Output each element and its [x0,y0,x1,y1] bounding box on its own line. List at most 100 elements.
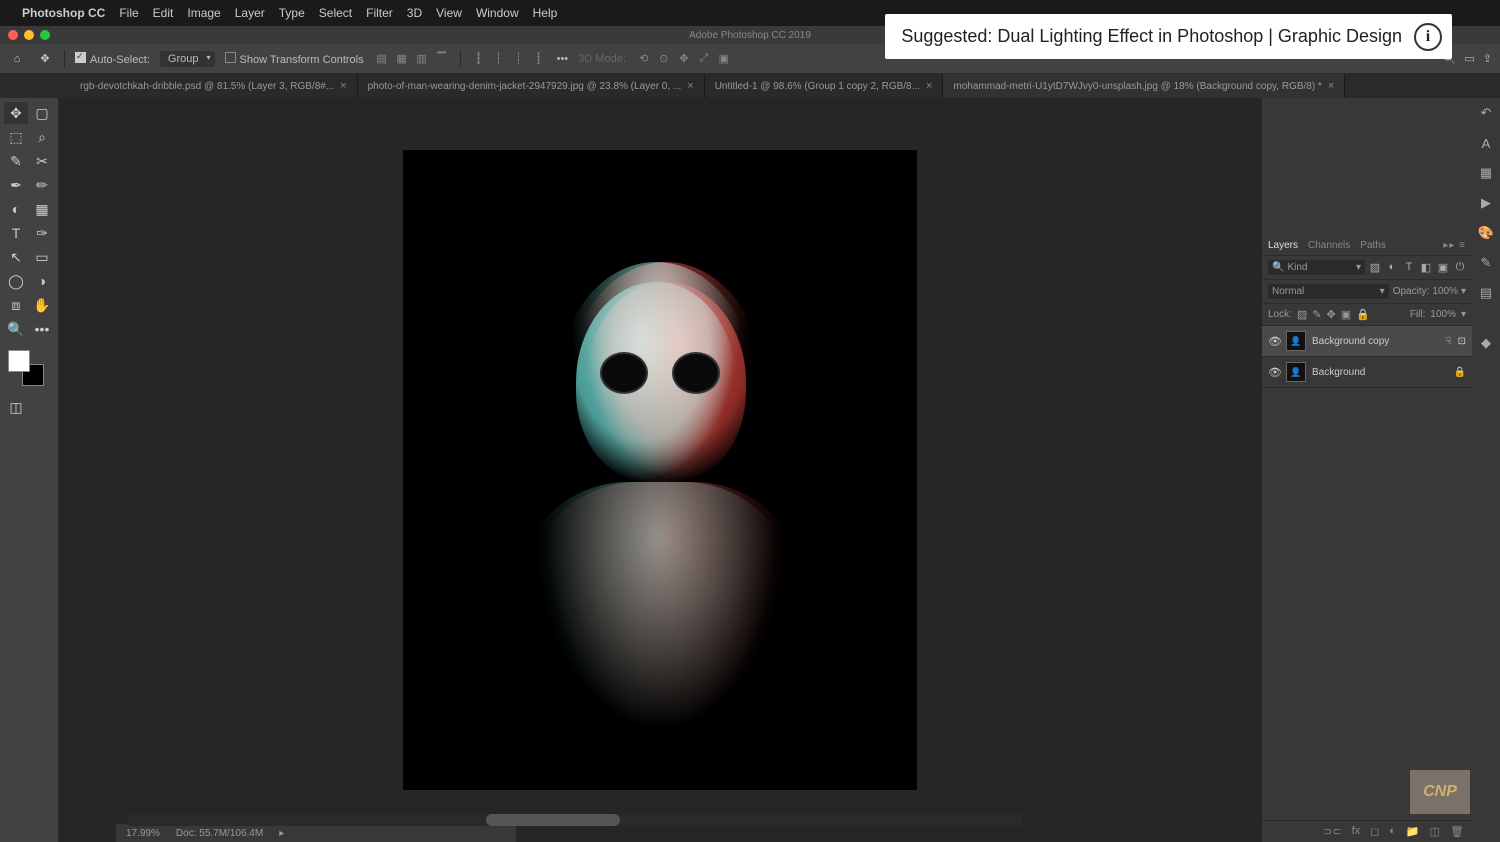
character-icon[interactable]: A [1477,134,1495,152]
layer-thumbnail[interactable]: 👤 [1286,362,1306,382]
delete-layer-icon[interactable]: 🗑 [1450,825,1464,838]
color-swatches[interactable] [8,350,44,386]
filter-adjust-icon[interactable]: ◐ [1386,261,1398,274]
distribute-icon[interactable]: ┆ [491,52,507,66]
share-icon[interactable]: ⇪ [1483,52,1492,65]
eyedropper-tool[interactable]: ✒ [4,174,28,196]
distribute-icon[interactable]: ┊ [511,52,527,66]
info-icon[interactable]: i [1414,23,1442,51]
filter-pixel-icon[interactable]: ▨ [1369,261,1381,274]
clone-tool[interactable]: ⧈ [4,294,28,316]
menu-type[interactable]: Type [279,6,305,20]
menu-select[interactable]: Select [319,6,352,20]
align-top-icon[interactable]: ▔ [434,52,450,66]
history-icon[interactable]: ↶ [1477,104,1495,122]
rectangle-tool[interactable]: ▭ [30,246,54,268]
layer-name[interactable]: Background [1312,367,1448,378]
marquee-tool[interactable]: ⬚ [4,126,28,148]
maximize-window-icon[interactable] [40,30,50,40]
panel-menu-icon[interactable]: ▸▸ ≡ [1443,240,1466,251]
tab-channels[interactable]: Channels [1308,240,1350,251]
properties-icon[interactable]: ▤ [1477,284,1495,302]
filter-toggle-icon[interactable]: ⏻ [1454,261,1466,274]
shape-tool[interactable]: ◑ [30,270,54,292]
quickmask-tool[interactable]: ◫ [4,396,28,418]
document-tab[interactable]: photo-of-man-wearing-denim-jacket-294792… [358,74,705,98]
mask-icon[interactable]: ◻ [1370,825,1379,838]
doc-size[interactable]: Doc: 55.7M/106.4M [176,828,263,839]
actions-icon[interactable]: ▶ [1477,194,1495,212]
menu-help[interactable]: Help [533,6,558,20]
pen-tool[interactable]: ✑ [30,222,54,244]
layer-item[interactable]: 👁 👤 Background copy ☟ ⊡ [1262,326,1472,357]
gradient-tool[interactable]: ▦ [30,198,54,220]
scrollbar-horizontal[interactable] [128,814,1022,826]
hand-tool[interactable]: ✋ [30,294,54,316]
move-tool[interactable]: ✥ [4,102,28,124]
brush-tool[interactable]: ✏ [30,174,54,196]
lock-position-icon[interactable]: ✥ [1327,308,1336,321]
quick-select-tool[interactable]: ✎ [4,150,28,172]
lock-pixels-icon[interactable]: ✎ [1312,308,1321,321]
menu-3d[interactable]: 3D [407,6,422,20]
canvas-area[interactable]: 17.99% Doc: 55.7M/106.4M ▸ [58,98,1262,842]
layer-thumbnail[interactable]: 👤 [1286,331,1306,351]
filter-smart-icon[interactable]: ▣ [1437,261,1449,274]
blend-mode-dropdown[interactable]: Normal ▾ [1268,284,1389,299]
show-transform-checkbox[interactable]: Show Transform Controls [225,52,364,66]
crop-tool[interactable]: ✂ [30,150,54,172]
layer-item[interactable]: 👁 👤 Background 🔒 [1262,357,1472,388]
artboard-tool[interactable]: ▢ [30,102,54,124]
menu-edit[interactable]: Edit [153,6,174,20]
foreground-color[interactable] [8,350,30,372]
auto-select-dropdown[interactable]: Group [160,51,215,67]
menu-image[interactable]: Image [187,6,220,20]
new-layer-icon[interactable]: ◫ [1430,825,1440,838]
close-window-icon[interactable] [8,30,18,40]
status-chevron-icon[interactable]: ▸ [279,828,284,839]
menu-window[interactable]: Window [476,6,519,20]
suggested-card[interactable]: Suggested: Dual Lighting Effect in Photo… [885,14,1452,59]
menu-layer[interactable]: Layer [235,6,265,20]
swatches-icon[interactable]: ▦ [1477,164,1495,182]
zoom-tool[interactable]: 🔍 [4,318,28,340]
opacity-value[interactable]: 100% [1432,286,1458,297]
visibility-icon[interactable]: 👁 [1268,366,1280,379]
minimize-window-icon[interactable] [24,30,34,40]
menu-file[interactable]: File [119,6,138,20]
filter-type-icon[interactable]: T [1403,261,1415,274]
fx-icon[interactable]: fx [1352,825,1361,838]
workspace-icon[interactable]: ▭ [1464,52,1474,65]
path-tool[interactable]: ↖ [4,246,28,268]
more-icon[interactable]: ••• [557,53,569,65]
filter-shape-icon[interactable]: ◧ [1420,261,1432,274]
filter-kind-dropdown[interactable]: 🔍 Kind ▾ [1268,260,1365,275]
close-tab-icon[interactable]: × [1328,80,1334,92]
link-layers-icon[interactable]: ⊃⊂ [1323,825,1341,838]
document-tab[interactable]: Untitled-1 @ 98.6% (Group 1 copy 2, RGB/… [705,74,944,98]
align-left-icon[interactable]: ▤ [374,52,390,66]
color-icon[interactable]: 🎨 [1477,224,1495,242]
adjustments-icon[interactable]: ✎ [1477,254,1495,272]
document-tab-active[interactable]: mohammad-metri-U1ytD7WJvy0-unsplash.jpg … [943,74,1345,98]
tab-layers[interactable]: Layers [1268,240,1298,251]
zoom-level[interactable]: 17.99% [126,828,160,839]
ellipse-tool[interactable]: ◯ [4,270,28,292]
group-icon[interactable]: 📁 [1406,825,1420,838]
distribute-icon[interactable]: ┇ [471,52,487,66]
menu-view[interactable]: View [436,6,462,20]
type-tool[interactable]: T [4,222,28,244]
home-icon[interactable]: ⌂ [8,50,26,68]
distribute-icon[interactable]: ┋ [531,52,547,66]
lock-transparency-icon[interactable]: ▨ [1297,308,1307,321]
align-right-icon[interactable]: ▥ [414,52,430,66]
tab-paths[interactable]: Paths [1360,240,1386,251]
align-center-h-icon[interactable]: ▦ [394,52,410,66]
lock-all-icon[interactable]: 🔒 [1356,308,1370,321]
layers-icon[interactable]: ◆ [1477,334,1495,352]
close-tab-icon[interactable]: × [340,80,346,92]
menu-filter[interactable]: Filter [366,6,393,20]
layer-name[interactable]: Background copy [1312,336,1440,347]
more-tools[interactable]: ••• [30,318,54,340]
lasso-tool[interactable]: ⌕ [30,126,54,148]
